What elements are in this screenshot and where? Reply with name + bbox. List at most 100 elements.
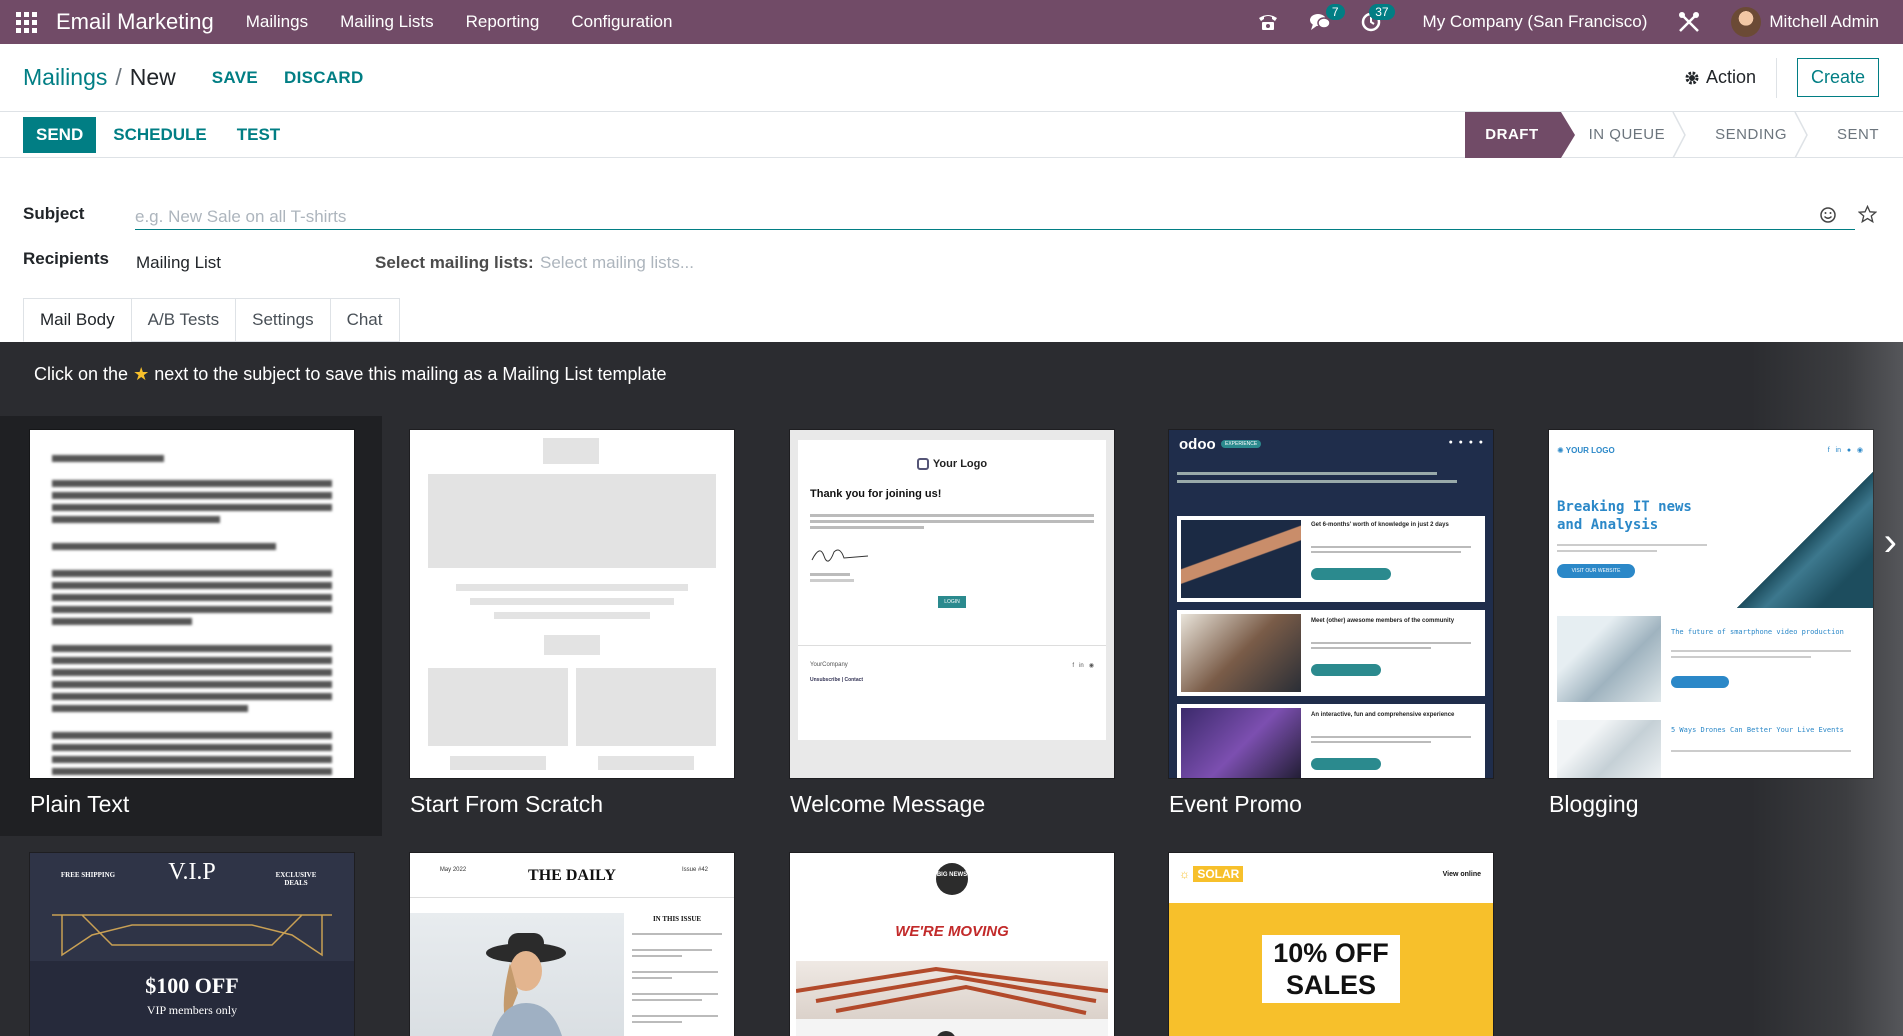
template-caption: Start From Scratch — [410, 791, 603, 817]
welcome-logo-text: Your Logo — [932, 458, 988, 470]
emoji-icon[interactable] — [1819, 206, 1837, 224]
hint-text-start: Click on the — [34, 364, 129, 384]
messages-icon[interactable]: 7 — [1309, 4, 1345, 32]
solar-thumbnail: ☼ SOLAR View online 10% OFF SALES — [1169, 853, 1493, 1036]
avatar — [1731, 7, 1762, 37]
action-menu-button[interactable]: Action — [1684, 57, 1777, 98]
test-button[interactable]: TEST — [237, 125, 280, 145]
vip-ornament-icon — [52, 914, 332, 957]
notebook-tabs: Mail Body A/B Tests Settings Chat — [23, 298, 400, 342]
activities-clock-icon[interactable]: 37 — [1361, 4, 1395, 32]
template-event-promo[interactable]: odoo EXPERIENCE ● ● ● ● Get 6-months' wo… — [1169, 430, 1493, 818]
top-navbar: Email Marketing Mailings Mailing Lists R… — [0, 0, 1903, 44]
daily-thumbnail: May 2022 THE DAILY Issue #42 IN THIS ISS… — [410, 853, 734, 1036]
tab-ab-tests[interactable]: A/B Tests — [130, 298, 236, 342]
welcome-heading: Thank you for joining us! — [810, 488, 942, 501]
stage-sent-label: SENT — [1836, 126, 1879, 143]
vip-title: V.I.P — [168, 859, 216, 885]
template-caption: Plain Text — [30, 791, 130, 817]
send-button[interactable]: SEND — [23, 116, 97, 153]
vip-sub: VIP members only — [146, 1003, 238, 1017]
stage-sent[interactable]: SENT — [1809, 112, 1903, 158]
moving-office-icon — [796, 966, 1108, 1036]
discard-button[interactable]: DISCARD — [284, 68, 364, 88]
daily-portrait-icon — [486, 933, 566, 1036]
stage-sending[interactable]: SENDING — [1687, 111, 1809, 158]
stage-separator-icon — [1672, 111, 1686, 158]
template-selector: Click on the ★ next to the subject to sa… — [0, 342, 1903, 1036]
welcome-company: YourCompany — [810, 662, 848, 668]
star-template-icon[interactable] — [1858, 205, 1877, 224]
stage-in-queue[interactable]: IN QUEUE — [1561, 111, 1688, 158]
stage-in-queue-label: IN QUEUE — [1588, 126, 1666, 143]
vip-right: EXCLUSIVE DEALS — [275, 871, 317, 887]
menu-mailing-lists[interactable]: Mailing Lists — [340, 12, 434, 32]
event-item-1: Get 6-months' worth of knowledge in just… — [1311, 522, 1449, 528]
recipients-select[interactable]: Mailing List — [136, 253, 221, 273]
gear-icon — [1685, 71, 1699, 84]
recipients-label: Recipients — [23, 249, 109, 268]
phone-icon[interactable] — [1257, 12, 1279, 32]
menu-reporting[interactable]: Reporting — [466, 12, 540, 32]
template-vip[interactable]: FREE SHIPPING V.I.P EXCLUSIVE DEALS $100… — [30, 853, 354, 1036]
template-we-are-moving[interactable]: BIG NEWS WE'RE MOVING — [790, 853, 1114, 1036]
vip-offer: $100 OFF — [145, 973, 239, 998]
event-item-3: An interactive, fun and comprehensive ex… — [1311, 712, 1455, 718]
template-welcome-message[interactable]: Your Logo Thank you for joining us! LOGI… — [790, 430, 1114, 818]
company-switcher[interactable]: My Company (San Francisco) — [1423, 12, 1648, 32]
template-plain-text[interactable]: Plain Text — [30, 430, 354, 818]
signature-icon — [811, 549, 869, 562]
stage-draft[interactable]: DRAFT — [1465, 111, 1576, 158]
breadcrumb: Mailings / New — [23, 64, 176, 91]
tab-mail-body[interactable]: Mail Body — [23, 298, 131, 342]
template-solar-sales[interactable]: ☼ SOLAR View online 10% OFF SALES — [1169, 853, 1493, 1036]
blog-visit-button: VISIT OUR WEBSITE — [1557, 564, 1635, 578]
debug-tools-icon[interactable] — [1677, 10, 1701, 34]
menu-mailings[interactable]: Mailings — [246, 12, 308, 32]
create-button[interactable]: Create — [1796, 58, 1879, 97]
stage-separator-icon — [1794, 111, 1808, 158]
menu-configuration[interactable]: Configuration — [571, 12, 672, 32]
tab-chat[interactable]: Chat — [329, 298, 400, 342]
moving-thumbnail: BIG NEWS WE'RE MOVING — [790, 853, 1114, 1036]
vip-left: FREE SHIPPING — [60, 871, 116, 879]
welcome-logo: Your Logo — [798, 458, 1106, 471]
blog-logo-text: YOUR LOGO — [1565, 446, 1615, 455]
solar-offer-line-2: SALES — [1285, 970, 1377, 1000]
hint-text-end: next to the subject to save this mailing… — [154, 364, 667, 384]
activities-count-badge: 37 — [1369, 4, 1395, 20]
template-the-daily[interactable]: May 2022 THE DAILY Issue #42 IN THIS ISS… — [410, 853, 734, 1036]
save-button[interactable]: SAVE — [212, 68, 258, 88]
user-menu[interactable]: Mitchell Admin — [1731, 7, 1879, 37]
control-panel: Mailings / New SAVE DISCARD Action Create — [0, 44, 1903, 112]
control-panel-right: Action Create — [1684, 57, 1879, 98]
solar-offer-line-1: 10% OFF — [1273, 938, 1389, 968]
tab-settings[interactable]: Settings — [235, 298, 330, 342]
messages-count-badge: 7 — [1325, 4, 1345, 20]
star-icon: ★ — [133, 364, 150, 384]
template-caption: Welcome Message — [790, 791, 986, 817]
blog-logo: ✺ YOUR LOGO — [1557, 446, 1615, 455]
user-name: Mitchell Admin — [1769, 12, 1879, 31]
apps-menu-icon[interactable] — [16, 11, 40, 33]
daily-issue: Issue #42 — [681, 867, 709, 873]
schedule-button[interactable]: SCHEDULE — [113, 125, 207, 145]
stage-sending-label: SENDING — [1715, 126, 1787, 143]
scratch-thumbnail — [410, 430, 734, 778]
scroll-right-chevron-icon[interactable]: › — [1884, 520, 1897, 565]
template-caption: Event Promo — [1169, 791, 1302, 817]
logo-icon — [916, 458, 929, 471]
blog-thumbnail: ✺ YOUR LOGO f in ● ◉ Breaking IT news an… — [1549, 430, 1873, 778]
blog-post-2: 5 Ways Drones Can Better Your Live Event… — [1671, 726, 1844, 734]
template-blogging[interactable]: ✺ YOUR LOGO f in ● ◉ Breaking IT news an… — [1549, 430, 1873, 818]
template-start-from-scratch[interactable]: Start From Scratch — [410, 430, 734, 818]
subject-input[interactable] — [135, 204, 1855, 230]
breadcrumb-mailings[interactable]: Mailings — [23, 64, 107, 90]
event-item-2: Meet (other) awesome members of the comm… — [1311, 618, 1455, 624]
event-thumbnail: odoo EXPERIENCE ● ● ● ● Get 6-months' wo… — [1169, 430, 1493, 778]
navbar-systray: 7 37 My Company (San Francisco) Mitchell… — [1257, 4, 1879, 37]
moving-logo: BIG NEWS — [936, 863, 968, 895]
solar-brand-text: SOLAR — [1193, 866, 1244, 882]
app-name[interactable]: Email Marketing — [56, 9, 214, 35]
mailing-lists-input[interactable]: Select mailing lists... — [540, 253, 694, 273]
